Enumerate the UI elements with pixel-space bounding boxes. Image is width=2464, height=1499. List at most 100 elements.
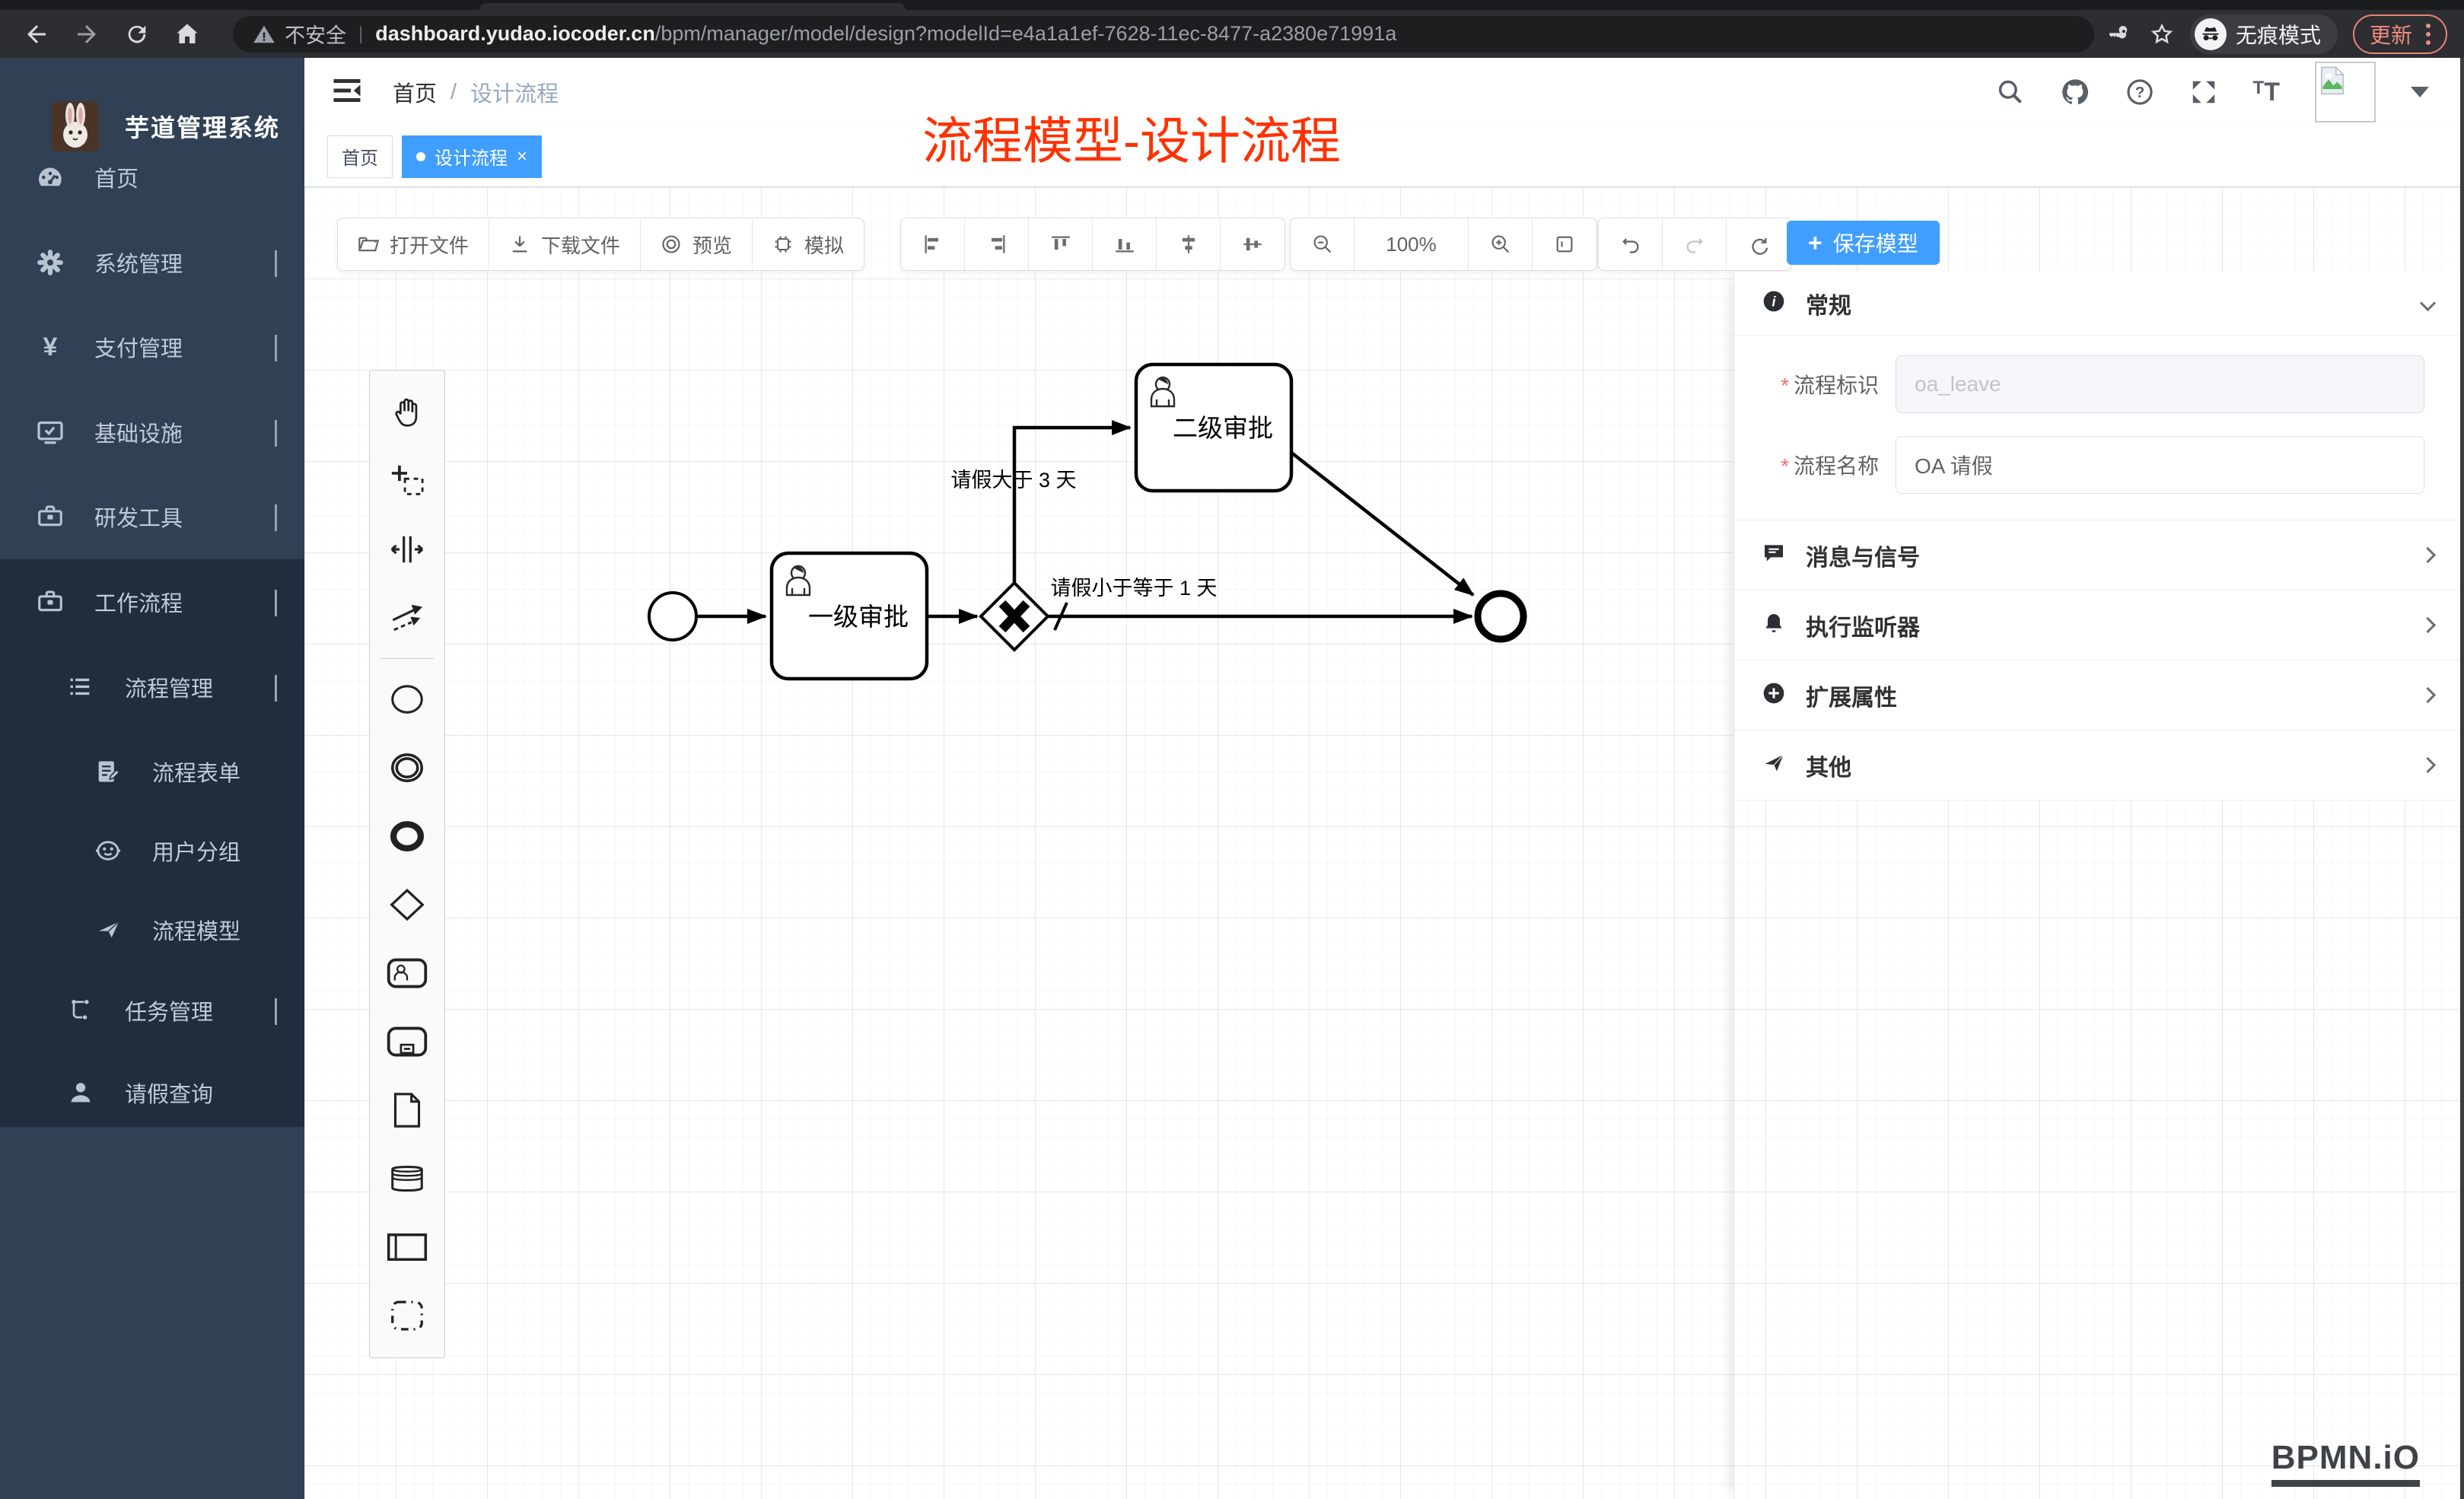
panel-section-general[interactable]: i 常规 <box>1734 272 2464 336</box>
font-size-icon[interactable]: TT <box>2253 78 2280 107</box>
chevron-right-icon <box>2420 757 2436 773</box>
user-task-level1[interactable]: 一级审批 <box>772 553 927 679</box>
search-icon[interactable] <box>1996 78 2025 107</box>
active-tab-dot <box>416 152 425 161</box>
bpmn-io-logo[interactable]: BPMN.iO <box>2271 1439 2420 1487</box>
chevron-right-icon <box>2420 687 2436 703</box>
hamburger-icon[interactable] <box>332 77 362 108</box>
flow-label-gt3: 请假大于 3 天 <box>950 469 1076 492</box>
window-edge <box>2460 58 2464 1499</box>
sidebar-item-devtools[interactable]: 研发工具 <box>0 474 304 559</box>
breadcrumb-separator: / <box>450 80 457 105</box>
avatar-placeholder[interactable] <box>2315 62 2376 123</box>
sidebar-item-user-group[interactable]: 用户分组 <box>0 808 304 893</box>
chevron-up-icon <box>275 590 277 615</box>
sidebar-item-label: 系统管理 <box>94 247 183 278</box>
incognito-badge: 无痕模式 <box>2190 14 2338 54</box>
tab-design-process[interactable]: 设计流程 × <box>402 135 542 178</box>
forward-icon[interactable] <box>67 14 107 54</box>
user-icon <box>64 1079 97 1106</box>
chevron-right-icon <box>2420 617 2436 633</box>
browser-right-controls: 无痕模式 更新 <box>2109 14 2447 54</box>
panel-section-title: 其他 <box>1806 749 1851 782</box>
sidebar-item-label: 流程管理 <box>125 671 213 703</box>
sidebar-item-payment[interactable]: ¥ 支付管理 <box>0 304 304 390</box>
help-icon[interactable]: ? <box>2125 78 2154 107</box>
key-icon[interactable] <box>2109 22 2134 46</box>
more-vert-icon[interactable] <box>2426 24 2431 45</box>
chevron-up-icon <box>275 675 277 700</box>
chevron-down-icon <box>2420 295 2436 311</box>
chevron-down-icon <box>275 335 277 360</box>
sidebar-item-label: 基础设施 <box>94 416 183 448</box>
flow-gateway-to-task2 <box>1014 428 1130 582</box>
panel-section-other[interactable]: 其他 <box>1734 730 2464 800</box>
address-bar[interactable]: 不安全 | dashboard.yudao.iocoder.cn/bpm/man… <box>233 16 2094 53</box>
sidebar-item-label: 流程模型 <box>152 914 240 946</box>
panel-section-title: 执行监听器 <box>1806 609 1920 642</box>
page-tabbar: 首页 设计流程 × <box>304 126 2464 187</box>
tab-label: 首页 <box>342 143 378 170</box>
bpmn-designer-screen: { "colors": { "accent": "#409eff", "anno… <box>0 0 2464 1499</box>
security-label: 不安全 <box>285 19 346 49</box>
close-icon[interactable]: × <box>517 146 527 167</box>
panel-section-listeners[interactable]: 执行监听器 <box>1734 590 2464 660</box>
address-divider: | <box>358 24 363 45</box>
sidebar-item-process-model[interactable]: 流程模型 <box>0 887 304 972</box>
bpmn-canvas[interactable]: 打开文件 下载文件 预览 模拟 <box>304 187 2464 1499</box>
panel-section-extensions[interactable]: 扩展属性 <box>1734 660 2464 730</box>
browser-active-tab[interactable] <box>479 3 906 10</box>
back-icon[interactable] <box>17 14 56 54</box>
github-icon[interactable] <box>2060 77 2090 107</box>
process-key-input[interactable] <box>1896 355 2424 413</box>
main-header: 首页 / 设计流程 ? TT <box>304 58 2464 126</box>
fullscreen-icon[interactable] <box>2189 78 2218 107</box>
tree-icon <box>64 997 97 1024</box>
sidebar-item-leave-query[interactable]: 请假查询 <box>0 1050 304 1135</box>
end-event[interactable] <box>1478 594 1523 639</box>
incognito-icon <box>2195 18 2227 50</box>
sidebar-item-task-mgmt[interactable]: 任务管理 <box>0 968 304 1053</box>
url-domain: dashboard.yudao.iocoder.cn <box>375 22 655 46</box>
list-icon <box>64 673 97 701</box>
exclusive-gateway[interactable] <box>981 583 1048 650</box>
yen-icon: ¥ <box>33 333 67 362</box>
breadcrumb-home[interactable]: 首页 <box>393 76 437 108</box>
warning-icon <box>253 23 275 46</box>
browser-tabstrip <box>0 0 2464 10</box>
start-event[interactable] <box>649 593 696 640</box>
chevron-down-icon <box>275 250 277 275</box>
update-button[interactable]: 更新 <box>2353 14 2447 54</box>
process-name-input[interactable] <box>1896 436 2424 494</box>
dashboard-icon <box>33 162 67 193</box>
bell-icon <box>1762 611 1786 639</box>
panel-section-messages[interactable]: 消息与信号 <box>1734 520 2464 590</box>
send-icon <box>91 915 125 944</box>
chevron-down-icon <box>275 420 277 445</box>
flow-task2-to-end <box>1291 452 1473 595</box>
user-task-level2[interactable]: 二级审批 <box>1136 364 1291 491</box>
task2-label: 二级审批 <box>1173 414 1273 442</box>
home-icon[interactable] <box>167 14 207 54</box>
robot-icon <box>91 836 125 865</box>
sidebar-item-process-form[interactable]: 流程表单 <box>0 729 304 814</box>
sidebar: 芋道管理系统 首页 系统管理 ¥ 支付管理 基础设施 研发工具 <box>0 58 304 1499</box>
sidebar-item-label: 首页 <box>94 161 138 193</box>
update-label: 更新 <box>2370 19 2412 49</box>
toolbox-icon <box>33 502 67 531</box>
field-label: *流程名称 <box>1734 450 1896 480</box>
panel-section-title: 扩展属性 <box>1806 679 1897 712</box>
sidebar-item-workflow[interactable]: 工作流程 <box>0 559 304 644</box>
caret-down-icon[interactable] <box>2411 87 2429 97</box>
monitor-icon <box>33 417 67 447</box>
sidebar-item-system[interactable]: 系统管理 <box>0 220 304 305</box>
tab-home[interactable]: 首页 <box>327 135 393 178</box>
chevron-down-icon <box>275 504 277 530</box>
sidebar-item-home[interactable]: 首页 <box>0 135 304 220</box>
sidebar-item-infra[interactable]: 基础设施 <box>0 390 304 475</box>
sidebar-item-process-mgmt[interactable]: 流程管理 <box>0 644 304 730</box>
info-icon: i <box>1762 289 1786 317</box>
star-icon[interactable] <box>2149 21 2175 47</box>
plus-circle-icon <box>1762 681 1786 709</box>
reload-icon[interactable] <box>117 14 157 54</box>
